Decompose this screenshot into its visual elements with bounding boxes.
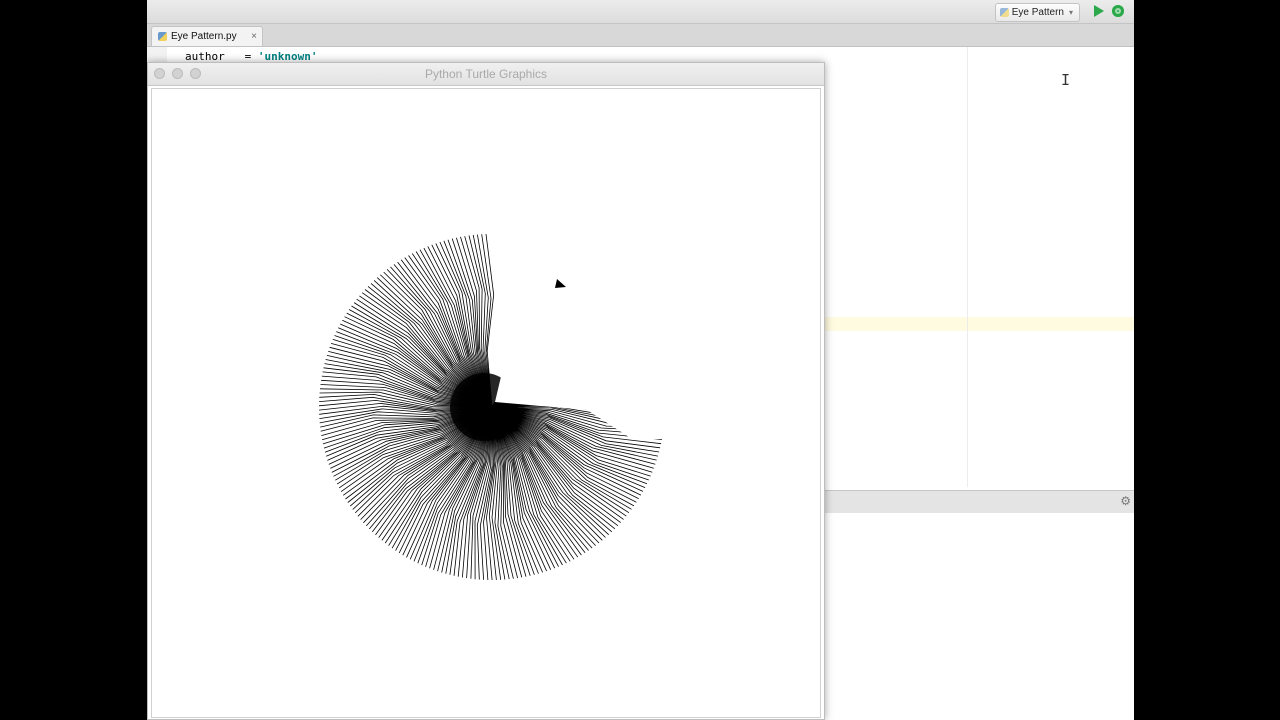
right-margin-guide [967,47,968,487]
gear-icon[interactable]: ⚙ [1120,494,1131,508]
turtle-drawing [318,187,820,581]
run-configuration-select[interactable]: Eye Pattern ▾ [994,3,1080,22]
run-icon[interactable] [1094,5,1104,17]
turtle-canvas[interactable] [151,88,821,718]
pattern-gap [495,187,820,439]
window-title: Python Turtle Graphics [424,67,548,81]
debug-icon[interactable] [1112,5,1124,17]
chevron-down-icon: ▾ [1068,8,1073,17]
editor-tab-bar: Eye Pattern.py × [147,24,1134,47]
python-file-icon [158,32,167,41]
tab-eye-pattern-py[interactable]: Eye Pattern.py × [151,26,263,46]
tab-label: Eye Pattern.py [171,31,237,42]
python-file-icon [999,8,1009,17]
window-titlebar[interactable]: Python Turtle Graphics [148,63,824,86]
close-icon[interactable]: × [251,31,257,42]
ide-toolbar: Eye Pattern ▾ [147,0,1134,24]
text-cursor-icon: I [1061,71,1071,89]
run-configuration-label: Eye Pattern [1011,7,1064,18]
desktop-screen: Eye Pattern ▾ Eye Pattern.py × author = … [147,0,1134,720]
turtle-graphics-window[interactable]: Python Turtle Graphics [147,62,825,720]
